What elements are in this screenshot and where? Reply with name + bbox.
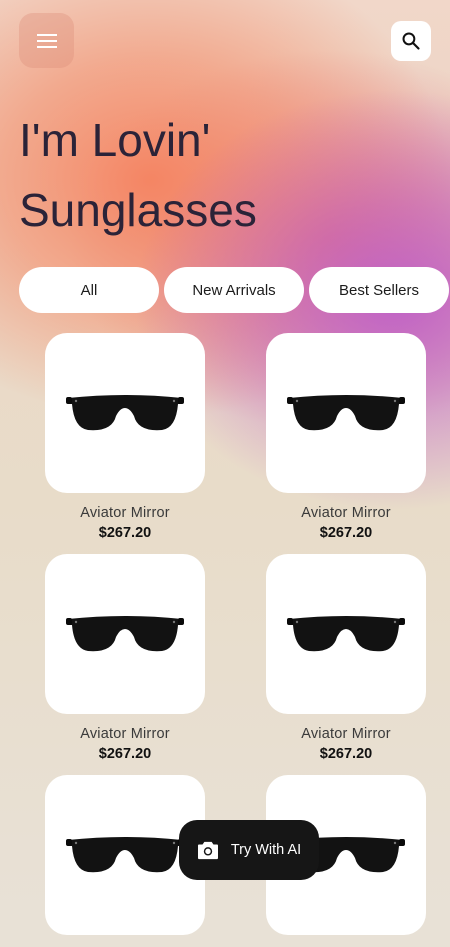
sunglasses-icon — [66, 837, 184, 873]
product-name: Aviator Mirror — [80, 726, 170, 742]
page-title: I'm Lovin' Sunglasses — [19, 105, 257, 245]
sunglasses-icon — [287, 395, 405, 431]
filter-chip-best-sellers[interactable]: Best Sellers — [309, 267, 449, 313]
menu-button[interactable] — [19, 13, 74, 68]
product-price: $267.20 — [319, 525, 373, 541]
sunglasses-icon — [287, 616, 405, 652]
product-image — [266, 333, 426, 493]
product-price: $267.20 — [98, 746, 152, 762]
page-title-line-1: I'm Lovin' — [19, 114, 211, 166]
camera-icon — [197, 841, 218, 860]
product-name: Aviator Mirror — [301, 505, 391, 521]
search-icon — [402, 32, 420, 50]
product-name: Aviator Mirror — [80, 505, 170, 521]
try-with-ai-button[interactable]: Try With AI — [179, 820, 319, 880]
search-button[interactable] — [391, 21, 431, 61]
product-card[interactable]: Aviator Mirror $267.20 — [266, 333, 426, 541]
product-image — [45, 554, 205, 714]
product-price: $267.20 — [319, 746, 373, 762]
filter-chip-all[interactable]: All — [19, 267, 159, 313]
filter-chip-row: All New Arrivals Best Sellers — [19, 267, 450, 313]
product-image — [266, 554, 426, 714]
product-price: $267.20 — [98, 525, 152, 541]
product-card[interactable]: Aviator Mirror $267.20 — [45, 333, 205, 541]
product-name: Aviator Mirror — [301, 726, 391, 742]
page-title-line-2: Sunglasses — [19, 184, 257, 236]
product-card[interactable]: Aviator Mirror $267.20 — [266, 554, 426, 762]
product-card[interactable]: Aviator Mirror $267.20 — [45, 554, 205, 762]
sunglasses-icon — [66, 616, 184, 652]
product-image — [45, 333, 205, 493]
try-with-ai-label: Try With AI — [230, 842, 302, 858]
filter-chip-new-arrivals[interactable]: New Arrivals — [164, 267, 304, 313]
hamburger-menu-icon — [36, 33, 57, 48]
sunglasses-icon — [66, 395, 184, 431]
